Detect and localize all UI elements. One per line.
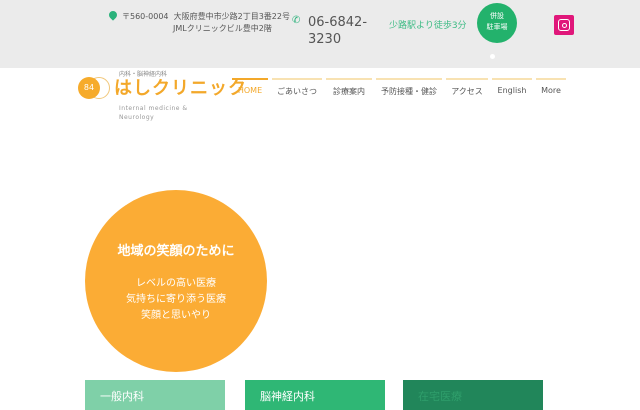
card-general-medicine[interactable]: 一般内科 (85, 380, 225, 410)
logo-badge[interactable]: 84 (78, 77, 100, 99)
nav-access[interactable]: アクセス (446, 78, 488, 98)
card-home-care[interactable]: 在宅医療 (403, 380, 543, 410)
address-line1: 大阪府豊中市少路2丁目3番22号 (173, 12, 290, 21)
card-label: 脳神経内科 (260, 390, 315, 403)
address: 〒560-0004 大阪府豊中市少路2丁目3番22号 (122, 11, 290, 23)
card-label: 在宅医療 (418, 390, 462, 403)
hero-circle: 地域の笑顔のために レベルの高い医療 気持ちに寄り添う医療 笑顔と思いやり (85, 190, 267, 372)
postal-code: 〒560-0004 (122, 12, 169, 21)
nav-english[interactable]: English (492, 78, 532, 98)
hero-line: 気持ちに寄り添う医療 (126, 294, 226, 305)
parking-line1: 併設 (490, 12, 504, 20)
nav-greeting[interactable]: ごあいさつ (272, 78, 322, 98)
hero-line: レベルの高い医療 (136, 278, 216, 289)
hero-title: 地域の笑顔のために (117, 244, 235, 259)
main-nav: HOME ごあいさつ 診療案内 予防接種・健診 アクセス English Mor… (232, 78, 566, 98)
nav-more[interactable]: More (536, 78, 566, 98)
card-neurology[interactable]: 脳神経内科 (245, 380, 385, 410)
walk-info: 少路駅より徒歩3分 (389, 21, 467, 31)
nav-home[interactable]: HOME (232, 78, 268, 98)
parking-badge: 併設 駐車場 (477, 3, 517, 43)
parking-line2: 駐車場 (486, 23, 508, 31)
slider-dot[interactable] (490, 54, 495, 59)
nav-vaccination[interactable]: 予防接種・健診 (376, 78, 442, 98)
hero-lines: レベルの高い医療 気持ちに寄り添う医療 笑顔と思いやり (85, 276, 267, 324)
logo-name[interactable]: はしクリニック (114, 74, 247, 100)
hero-line: 笑顔と思いやり (141, 310, 211, 321)
logo-english: Internal medicine & Neurology (119, 105, 188, 121)
nav-services[interactable]: 診療案内 (326, 78, 372, 98)
phone-icon: ✆ (292, 15, 301, 26)
instagram-icon[interactable] (554, 15, 574, 35)
card-label: 一般内科 (100, 390, 144, 403)
phone-number[interactable]: 06-6842-3230 (308, 14, 378, 48)
address-line2: JMLクリニックビル豊中2階 (173, 24, 272, 33)
